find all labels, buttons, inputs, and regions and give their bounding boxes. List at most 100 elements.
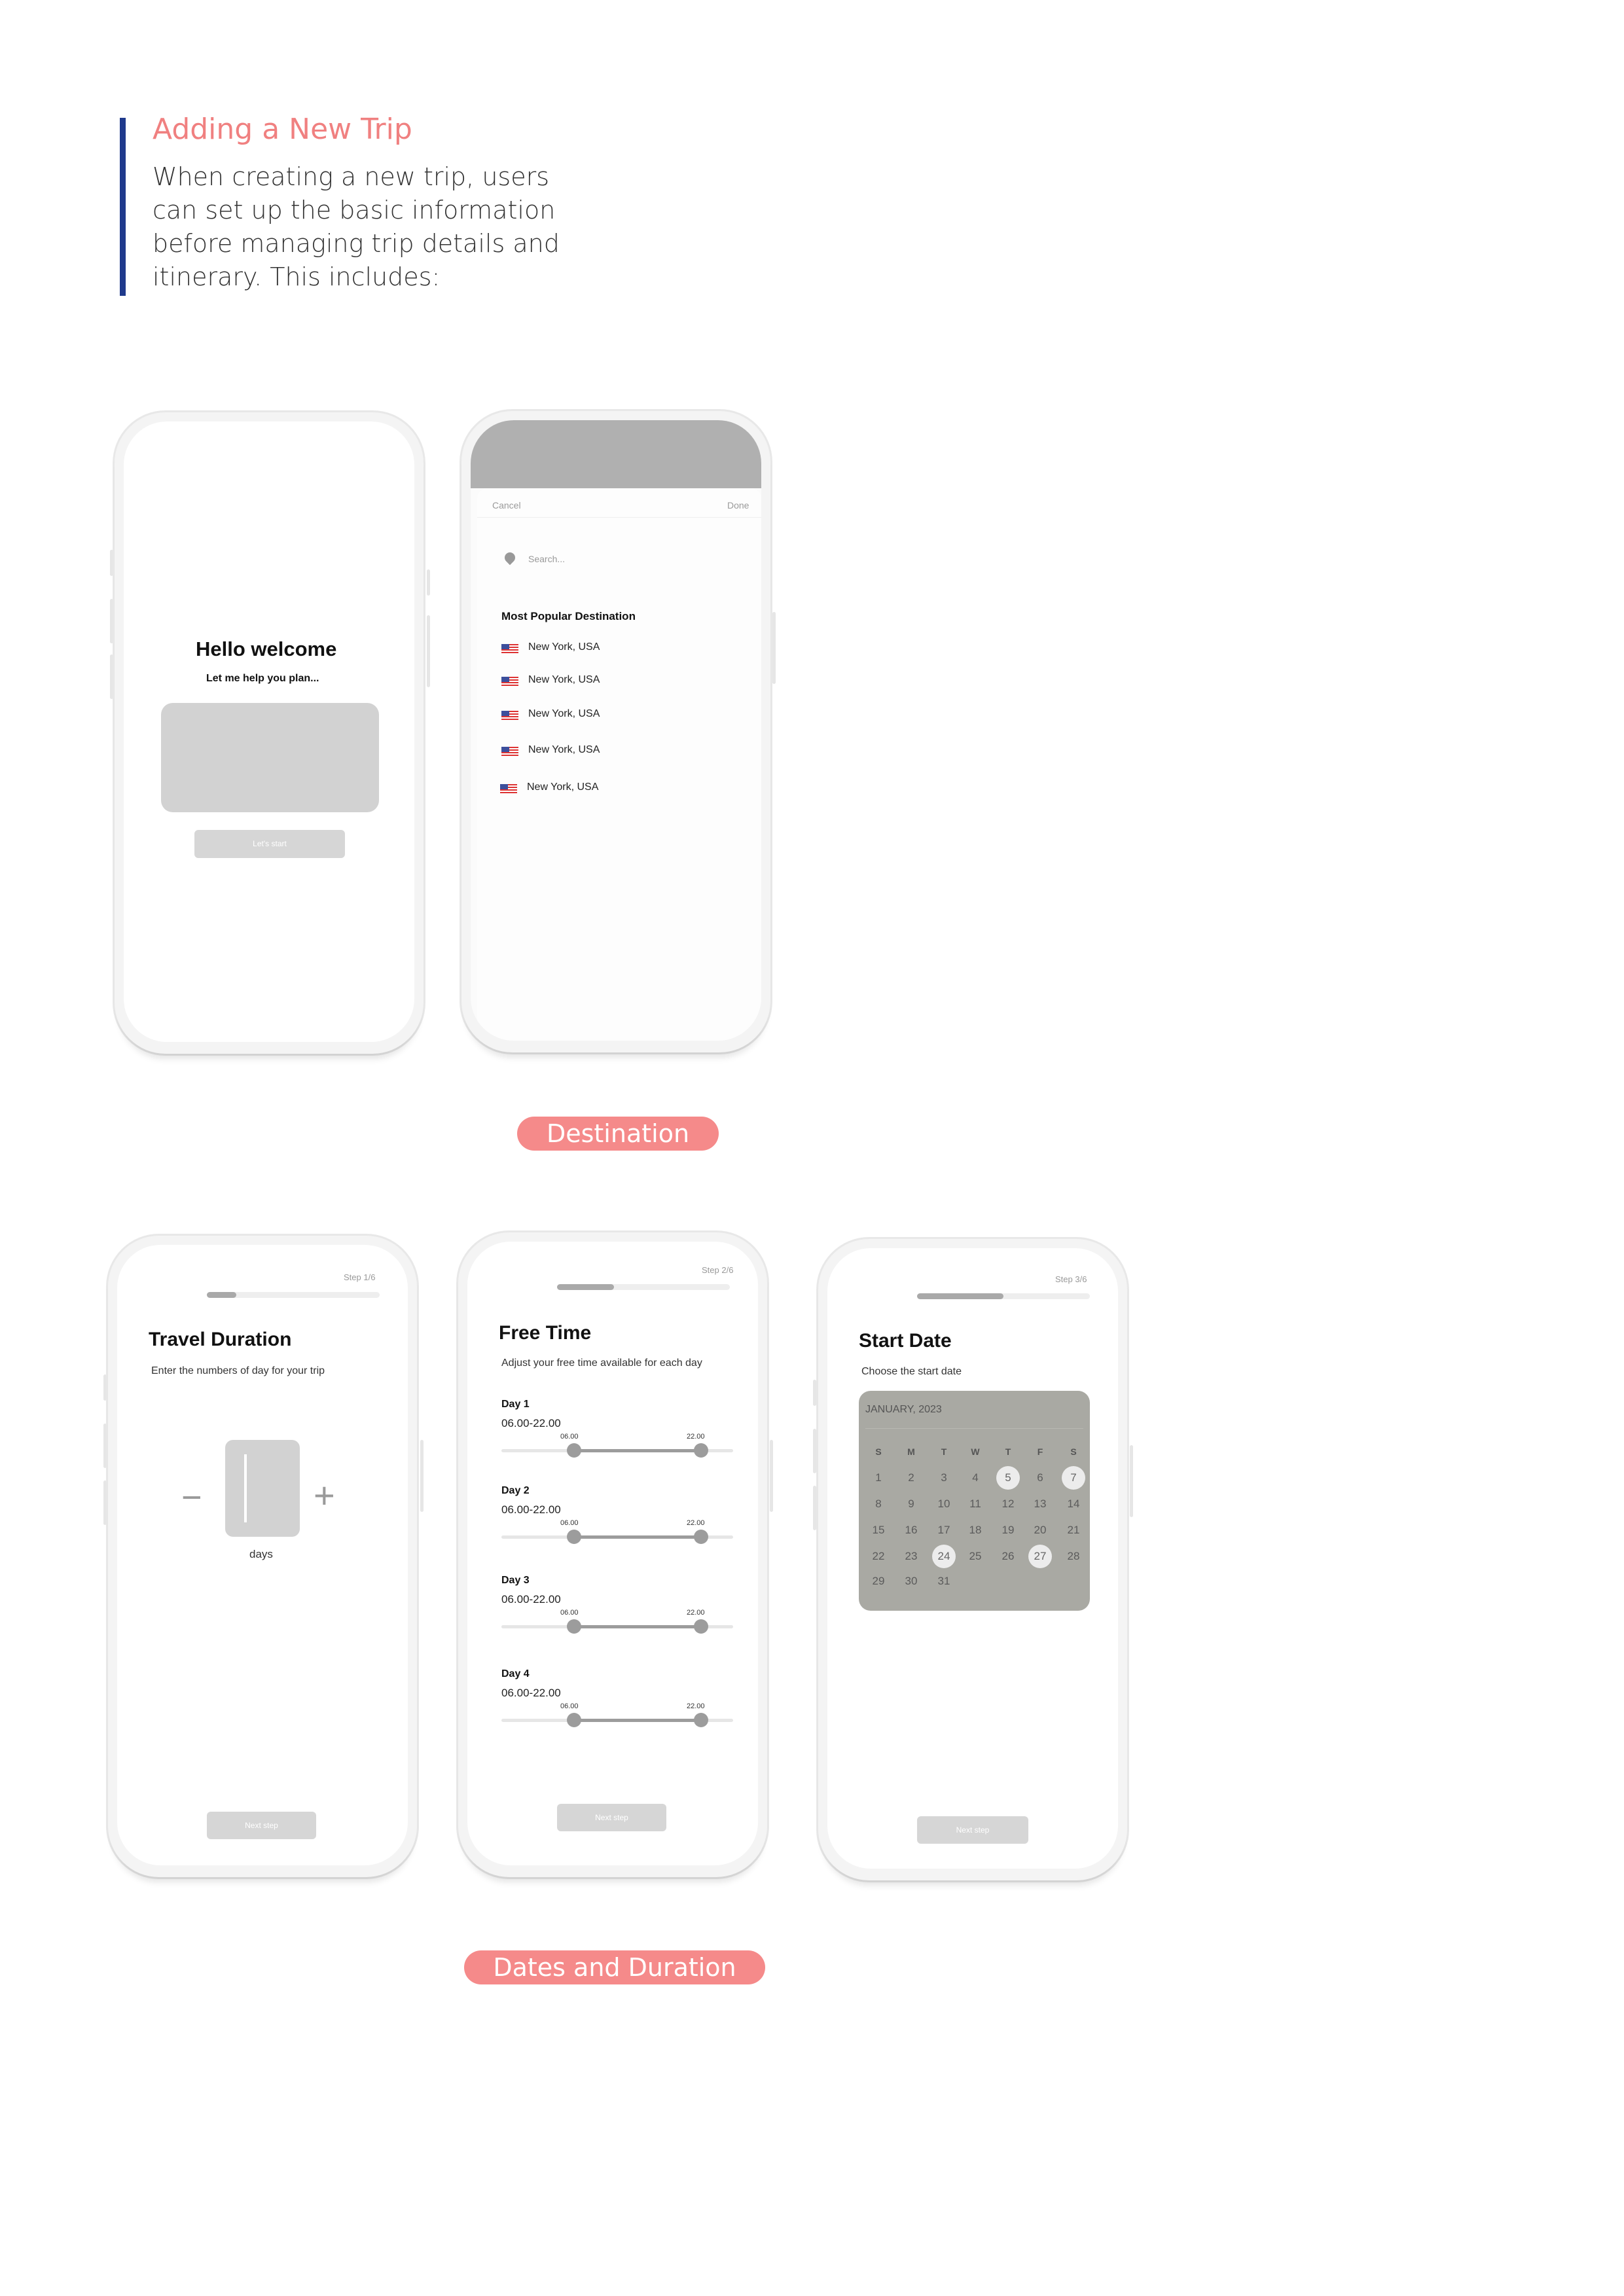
search-input[interactable]: Search... (528, 554, 565, 564)
calendar-month: JANUARY, 2023 (865, 1404, 942, 1415)
start-date-title: Start Date (859, 1330, 952, 1352)
time-slider-fill (574, 1449, 701, 1452)
next-step-button[interactable]: Next step (207, 1812, 316, 1839)
progress-fill (207, 1292, 236, 1298)
calendar-day[interactable]: 30 (898, 1571, 924, 1591)
slider-end-handle[interactable] (694, 1530, 708, 1544)
phone-side-button (103, 1374, 107, 1401)
next-step-button[interactable]: Next step (917, 1816, 1028, 1844)
phone-side-button (110, 599, 113, 643)
slider-end-handle[interactable] (694, 1619, 708, 1634)
day-time-range: 06.00-22.00 (501, 1417, 561, 1429)
lets-start-button[interactable]: Let's start (194, 830, 345, 858)
calendar-day[interactable]: 18 (962, 1520, 988, 1540)
calendar-day[interactable]: 13 (1027, 1494, 1053, 1514)
calendar-day[interactable]: 29 (865, 1571, 892, 1591)
calendar: JANUARY, 2023 S M T W T F S 1 2 3 4 5 6 7 8 9 10 11 12 13 14… (859, 1391, 1090, 1611)
slider-start-label: 06.00 (560, 1702, 579, 1710)
slider-start-handle[interactable] (567, 1619, 581, 1634)
calendar-day-selected[interactable]: 7 (1062, 1466, 1085, 1490)
us-flag-icon (501, 747, 518, 757)
phone-side-button (770, 1440, 773, 1512)
calendar-day[interactable]: 10 (931, 1494, 957, 1514)
calendar-day[interactable]: 2 (898, 1468, 924, 1488)
phone-side-button (110, 550, 113, 576)
next-step-button[interactable]: Next step (557, 1804, 666, 1831)
calendar-day[interactable]: 20 (1027, 1520, 1053, 1540)
calendar-day[interactable]: 26 (995, 1547, 1021, 1566)
calendar-day[interactable]: 15 (865, 1520, 892, 1540)
destination-item[interactable]: New York, USA (528, 674, 600, 686)
phone-side-button (813, 1429, 816, 1473)
destination-item[interactable]: New York, USA (528, 744, 600, 756)
calendar-day[interactable]: 12 (995, 1494, 1021, 1514)
calendar-day[interactable]: 21 (1060, 1520, 1087, 1540)
destination-screen: Cancel Done Search... Most Popular Desti… (471, 420, 761, 1041)
welcome-screen: Hello welcome Let me help you plan... Le… (124, 422, 414, 1042)
slider-end-label: 22.00 (687, 1519, 705, 1527)
calendar-day[interactable]: 28 (1060, 1547, 1087, 1566)
calendar-day[interactable]: 16 (898, 1520, 924, 1540)
weekday-label: S (1070, 1446, 1077, 1457)
weekday-label: T (941, 1446, 947, 1457)
slider-end-label: 22.00 (687, 1433, 705, 1441)
calendar-day-selected[interactable]: 24 (932, 1545, 956, 1568)
slider-start-handle[interactable] (567, 1443, 581, 1458)
calendar-day[interactable]: 22 (865, 1547, 892, 1566)
calendar-day[interactable]: 4 (962, 1468, 988, 1488)
done-button[interactable]: Done (727, 500, 749, 511)
destination-item[interactable]: New York, USA (527, 781, 598, 793)
calendar-day[interactable]: 3 (931, 1468, 957, 1488)
days-unit-label: days (249, 1548, 273, 1560)
welcome-subtitle: Let me help you plan... (206, 673, 319, 684)
weekday-label: M (907, 1446, 915, 1457)
slider-start-handle[interactable] (567, 1713, 581, 1727)
calendar-day[interactable]: 9 (898, 1494, 924, 1514)
calendar-day[interactable]: 1 (865, 1468, 892, 1488)
cancel-button[interactable]: Cancel (492, 500, 521, 511)
free-time-subtitle: Adjust your free time available for each… (501, 1357, 702, 1369)
travel-duration-subtitle: Enter the numbers of day for your trip (151, 1365, 325, 1376)
sheet-divider (477, 517, 761, 518)
phone-side-button (103, 1424, 107, 1468)
calendar-day[interactable]: 31 (931, 1571, 957, 1591)
calendar-day[interactable]: 8 (865, 1494, 892, 1514)
day-time-range: 06.00-22.00 (501, 1503, 561, 1516)
calendar-day[interactable]: 19 (995, 1520, 1021, 1540)
destination-item[interactable]: New York, USA (528, 641, 600, 653)
progress-track (207, 1292, 380, 1298)
free-time-title: Free Time (499, 1322, 592, 1344)
phone-side-button (772, 612, 776, 684)
decrease-days-button[interactable]: − (181, 1477, 202, 1518)
day-label: Day 2 (501, 1485, 530, 1496)
slider-end-handle[interactable] (694, 1713, 708, 1727)
calendar-day[interactable]: 14 (1060, 1494, 1087, 1514)
phone-welcome: Hello welcome Let me help you plan... Le… (115, 412, 424, 1054)
calendar-day[interactable]: 11 (962, 1494, 988, 1514)
welcome-title: Hello welcome (196, 637, 337, 660)
calendar-day[interactable]: 25 (962, 1547, 988, 1566)
us-flag-icon (501, 711, 518, 721)
weekday-label: W (971, 1446, 980, 1457)
start-date-subtitle: Choose the start date (861, 1366, 962, 1377)
destination-item[interactable]: New York, USA (528, 708, 600, 720)
days-input[interactable] (225, 1440, 300, 1537)
calendar-day[interactable]: 23 (898, 1547, 924, 1566)
increase-days-button[interactable]: + (314, 1474, 335, 1516)
section-title: Adding a New Trip (153, 113, 412, 146)
slider-end-handle[interactable] (694, 1443, 708, 1458)
calendar-day-selected[interactable]: 27 (1028, 1545, 1052, 1568)
calendar-day[interactable]: 17 (931, 1520, 957, 1540)
us-flag-icon (501, 644, 518, 654)
start-date-screen: Step 3/6 Start Date Choose the start dat… (827, 1248, 1118, 1869)
progress-track (917, 1293, 1090, 1299)
phone-side-button (110, 655, 113, 699)
slider-start-handle[interactable] (567, 1530, 581, 1544)
calendar-day[interactable]: 6 (1027, 1468, 1053, 1488)
text-cursor (244, 1454, 247, 1522)
calendar-divider (865, 1428, 1083, 1429)
day-label: Day 3 (501, 1575, 530, 1586)
time-slider-fill (574, 1625, 701, 1628)
calendar-day-selected[interactable]: 5 (996, 1466, 1020, 1490)
progress-fill (557, 1284, 615, 1290)
